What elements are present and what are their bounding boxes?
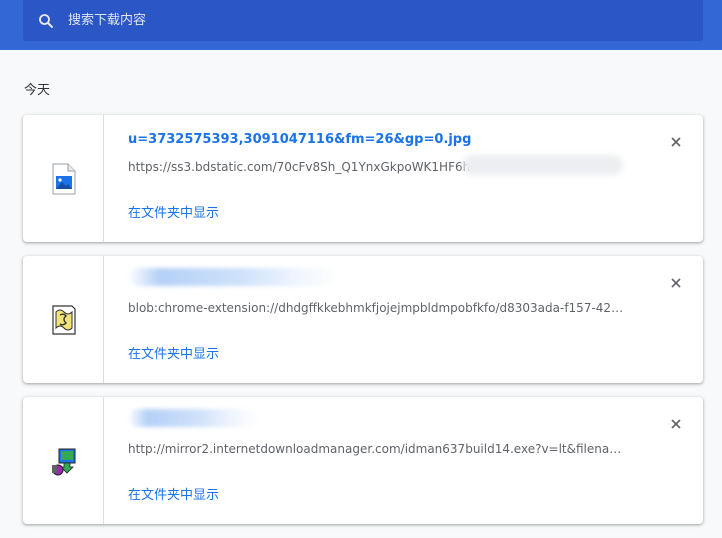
show-in-folder-link[interactable]: 在文件夹中显示 [128, 202, 219, 221]
header-bar [0, 0, 722, 50]
show-in-folder-link[interactable]: 在文件夹中显示 [128, 343, 219, 362]
redacted-file-name[interactable] [128, 409, 258, 427]
download-source-url: http://mirror2.internetdownloadmanager.c… [128, 442, 628, 456]
show-in-folder-link[interactable]: 在文件夹中显示 [128, 484, 219, 503]
section-label-today: 今天 [24, 83, 51, 98]
download-icon-column [23, 256, 104, 383]
download-icon-column [23, 397, 104, 524]
download-item: u=3732575393,3091047116&fm=26&gp=0.jpg h… [23, 115, 703, 242]
download-item: blob:chrome-extension://dhdgffkkebhmkfjo… [23, 256, 703, 383]
redacted-url-blur [463, 155, 623, 175]
download-file-name[interactable]: u=3732575393,3091047116&fm=26&gp=0.jpg [128, 132, 471, 147]
search-input[interactable] [68, 0, 668, 41]
image-file-icon [52, 163, 76, 195]
installer-file-icon [52, 448, 76, 476]
download-item: http://mirror2.internetdownloadmanager.c… [23, 397, 703, 524]
search-icon [39, 14, 53, 28]
close-icon[interactable] [666, 132, 686, 152]
script-file-icon [52, 305, 76, 335]
download-icon-column [23, 115, 104, 242]
search-box[interactable] [23, 0, 703, 41]
download-source-url: blob:chrome-extension://dhdgffkkebhmkfjo… [128, 301, 628, 315]
close-icon[interactable] [666, 414, 686, 434]
close-icon[interactable] [666, 273, 686, 293]
redacted-file-name[interactable] [128, 268, 338, 286]
